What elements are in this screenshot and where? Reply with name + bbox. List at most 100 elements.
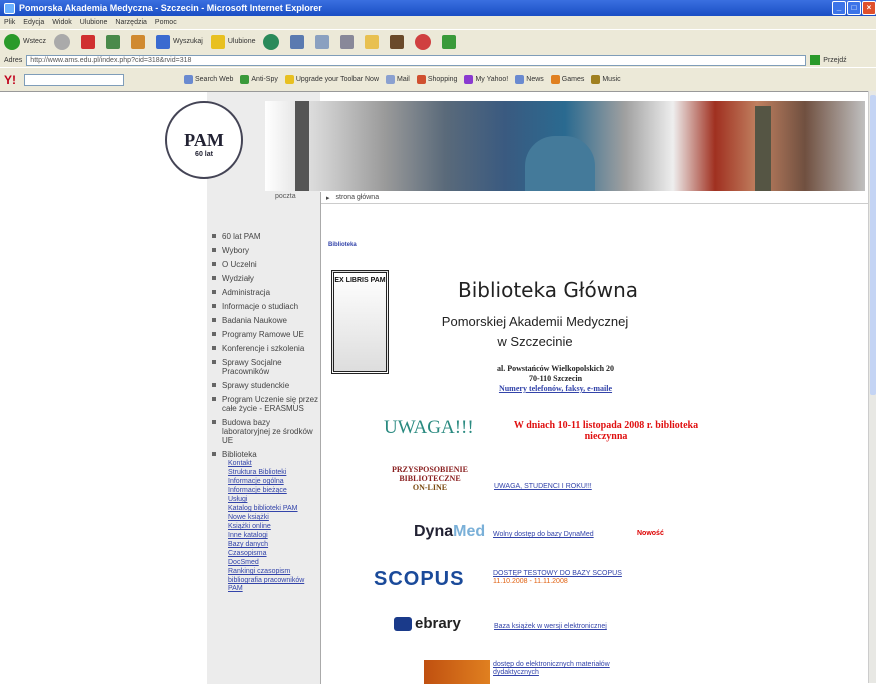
pam-logo[interactable]: PAM 60 lat — [165, 101, 243, 179]
yahoo-search-input[interactable] — [24, 73, 124, 86]
menu-item[interactable]: Wydziały — [212, 274, 320, 283]
menu-edit[interactable]: Edycja — [23, 19, 44, 26]
menu-favorites[interactable]: Ulubione — [80, 19, 108, 26]
yahoo-shopping[interactable]: Shopping — [416, 75, 457, 84]
menu-item[interactable]: O Uczelni — [212, 260, 320, 269]
music-icon — [591, 75, 601, 84]
submenu-link[interactable]: Kontakt — [228, 460, 252, 467]
yahoo-mail[interactable]: Mail — [386, 75, 410, 84]
submenu-link[interactable]: Struktura Biblioteki — [228, 469, 286, 476]
menu-item[interactable]: 60 lat PAM — [212, 232, 320, 241]
search-button[interactable]: Wyszukaj — [155, 34, 203, 49]
back-button[interactable]: Wstecz — [4, 33, 46, 50]
menu-item[interactable]: Wybory — [212, 246, 320, 255]
studenci-link[interactable]: UWAGA, STUDENCI I ROKU!!! — [494, 483, 592, 490]
przysposobienie-banner[interactable]: PRZYSPOSOBIENIE BIBLIOTECZNE ON-LINE — [382, 465, 478, 492]
bullet-icon — [212, 346, 216, 350]
exlibris-image: EX LIBRIS PAM — [331, 270, 389, 374]
submenu-link[interactable]: Nowe książki — [228, 514, 269, 521]
menu-item-biblioteka[interactable]: Biblioteka — [212, 450, 320, 459]
menu-item[interactable]: Budowa bazy laboratoryjnej ze środków UE — [212, 418, 320, 445]
yahoo-news[interactable]: News — [515, 75, 544, 84]
submenu-link[interactable]: Bazy danych — [228, 541, 268, 548]
warning-icon — [284, 75, 294, 84]
bullet-icon — [212, 248, 216, 252]
submenu-link[interactable]: Inne katalogi — [228, 532, 268, 539]
submenu-link[interactable]: DocSmed — [228, 559, 259, 566]
yahoo-games[interactable]: Games — [550, 75, 584, 84]
submenu-link[interactable]: Czasopisma — [228, 550, 267, 557]
vertical-scrollbar[interactable] — [868, 91, 876, 683]
dynamed-link[interactable]: Wolny dostęp do bazy DynaMed — [493, 531, 594, 538]
history-button[interactable] — [290, 34, 307, 49]
menu-item[interactable]: Sprawy studenckie — [212, 381, 320, 390]
close-button[interactable]: × — [862, 1, 876, 15]
yahoo-myyahoo[interactable]: My Yahoo! — [464, 75, 508, 84]
dydaktyka-banner[interactable] — [424, 660, 490, 684]
home-button[interactable] — [130, 34, 148, 49]
contacts-link[interactable]: Numery telefonów, faksy, e-maile — [499, 384, 612, 393]
submenu-link[interactable]: Katalog biblioteki PAM — [228, 505, 298, 512]
submenu-link[interactable]: Rankingi czasopism — [228, 568, 290, 575]
submenu-link[interactable]: Książki online — [228, 523, 271, 530]
dydaktyka-link[interactable]: dostęp do elektronicznych materiałów dyd… — [493, 661, 653, 677]
stop-button[interactable] — [80, 34, 98, 49]
closure-notice: W dniach 10-11 listopada 2008 r. bibliot… — [513, 420, 699, 442]
folder-button[interactable] — [365, 34, 382, 49]
yahoo-search-web[interactable]: Search Web — [184, 75, 233, 84]
yahoo-music[interactable]: Music — [591, 75, 621, 84]
menu-item[interactable]: Konferencje i szkolenia — [212, 344, 320, 353]
forward-button[interactable] — [53, 33, 73, 50]
menu-tools[interactable]: Narzędzia — [115, 19, 147, 26]
submenu-link[interactable]: Informacje bieżące — [228, 487, 287, 494]
menu-view[interactable]: Widok — [52, 19, 71, 26]
submenu-link[interactable]: Usługi — [228, 496, 247, 503]
scopus-link[interactable]: DOSTĘP TESTOWY DO BAZY SCOPUS — [493, 570, 622, 577]
menu-item[interactable]: Informacje o studiach — [212, 302, 320, 311]
research-button[interactable] — [390, 34, 407, 49]
go-button[interactable]: Przejdź — [810, 55, 847, 65]
site-header: PAM 60 lat — [165, 101, 865, 201]
yahoo-anti-spy[interactable]: Anti-Spy — [240, 75, 278, 84]
submenu-link[interactable]: Informacje ogólna — [228, 478, 284, 485]
dynamed-logo[interactable]: DynaMed — [414, 523, 485, 541]
games-icon — [550, 75, 560, 84]
favorites-button[interactable]: Ulubione — [210, 34, 255, 49]
ebrary-link[interactable]: Baza książek w wersji elektronicznej — [494, 623, 607, 630]
section-label: Biblioteka — [328, 242, 357, 248]
media-button[interactable] — [263, 33, 282, 50]
side-menu: 60 lat PAM Wybory O Uczelni Wydziały Adm… — [212, 232, 320, 594]
scrollbar-thumb[interactable] — [870, 95, 876, 395]
address-input[interactable]: http://www.ams.edu.pl/index.php?cid=318&… — [26, 54, 807, 66]
breadcrumb-home[interactable]: strona główna — [336, 194, 380, 201]
menu-file[interactable]: Plik — [4, 19, 15, 26]
scopus-logo[interactable]: SCOPUS — [374, 568, 464, 591]
menu-item[interactable]: Administracja — [212, 288, 320, 297]
mail-icon — [386, 75, 395, 84]
menu-item[interactable]: Badania Naukowe — [212, 316, 320, 325]
star-icon — [210, 34, 225, 49]
minimize-button[interactable]: _ — [832, 1, 846, 15]
breadcrumb-arrow-icon: ▸ — [326, 194, 330, 202]
maximize-button[interactable]: □ — [847, 1, 861, 15]
ie-icon — [4, 2, 15, 14]
menu-item[interactable]: Program Uczenie się przez całe życie - E… — [212, 395, 320, 413]
research-icon — [390, 34, 405, 49]
mail-button[interactable] — [315, 34, 332, 49]
breadcrumb: ▸ strona główna — [320, 192, 868, 204]
new-badge: Nowość — [637, 530, 664, 537]
bullet-icon — [212, 332, 216, 336]
messenger-button[interactable] — [415, 33, 434, 50]
refresh-button[interactable] — [105, 34, 123, 49]
icq-button[interactable] — [442, 34, 459, 49]
print-button[interactable] — [340, 34, 357, 49]
yahoo-upgrade[interactable]: Upgrade your Toolbar Now — [284, 75, 379, 84]
menu-item[interactable]: Programy Ramowe UE — [212, 330, 320, 339]
poczta-link[interactable]: poczta — [275, 193, 296, 200]
submenu-link[interactable]: bibliografia pracowników PAM — [228, 577, 304, 592]
ebrary-logo[interactable]: ebrary — [394, 615, 461, 632]
mail-icon — [315, 34, 330, 49]
yahoo-logo[interactable]: Y! — [4, 73, 16, 87]
menu-help[interactable]: Pomoc — [155, 19, 177, 26]
menu-item[interactable]: Sprawy Socjalne Pracowników — [212, 358, 320, 376]
